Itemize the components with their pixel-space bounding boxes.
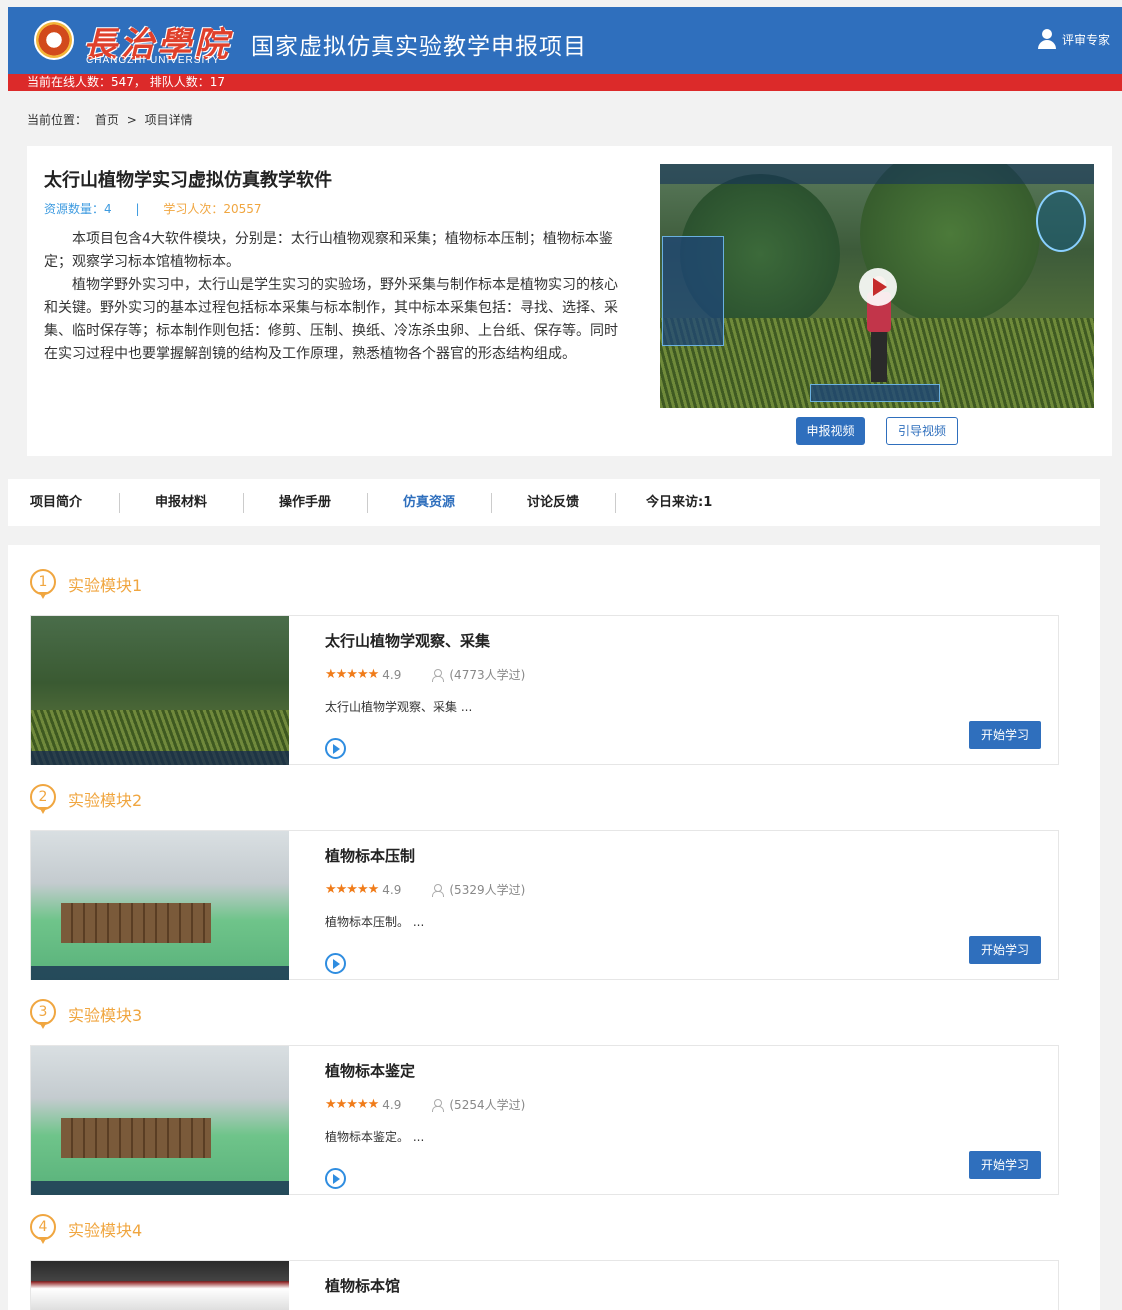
learned-count: (5254人学过) [449,1098,526,1112]
module-card: 植物标本压制 ★★★★★ 4.9 (5329人学过) 植物标本压制。 ... 开… [30,830,1059,980]
module-thumbnail[interactable] [31,831,289,980]
apply-video-button[interactable]: 申报视频 [796,417,865,445]
project-video-player[interactable] [660,164,1094,408]
person-icon [431,1098,445,1112]
breadcrumb-separator: > [126,113,137,127]
module-title[interactable]: 太行山植物学观察、采集 [325,630,490,651]
module-label: 实验模块1 [68,576,143,595]
tab-materials[interactable]: 申报材料 [120,492,244,513]
site-title: 国家虚拟仿真实验教学申报项目 [251,34,587,60]
module-description: 植物标本鉴定。 ... [325,1130,425,1144]
module-rating: ★★★★★ 4.9 (5329人学过) [325,881,525,898]
breadcrumb-prefix: 当前位置： [27,113,88,127]
location-pin-icon: 3 [30,999,56,1029]
breadcrumb-home[interactable]: 首页 [95,113,119,127]
game-hud-top [660,164,1094,184]
play-icon[interactable] [325,738,346,759]
module-heading: 4 实验模块4 [30,1214,142,1244]
start-learning-button[interactable]: 开始学习 [969,936,1041,964]
rating-score: 4.9 [382,667,402,682]
online-status-bar: 当前在线人数：547， 排队人数：17 [8,74,1122,91]
module-label: 实验模块3 [68,1006,143,1025]
project-description: 本项目包含4大软件模块，分别是：太行山植物观察和采集；植物标本压制；植物标本鉴定… [44,228,627,366]
module-description: 太行山植物学观察、采集 ... [325,700,473,714]
location-pin-icon: 2 [30,784,56,814]
game-hud-panel [662,236,724,346]
tab-manual[interactable]: 操作手册 [244,492,368,513]
breadcrumb: 当前位置： 首页 > 项目详情 [27,111,197,128]
minimap-icon [1036,190,1086,252]
module-label: 实验模块4 [68,1221,143,1240]
learner-count: 学习人次：20557 [163,202,262,216]
location-pin-icon: 4 [30,1214,56,1244]
star-icon: ★★★★★ [325,882,379,897]
play-icon[interactable] [325,953,346,974]
module-title[interactable]: 植物标本鉴定 [325,1060,415,1081]
video-play-icon[interactable] [859,268,897,306]
module-card: 太行山植物学观察、采集 ★★★★★ 4.9 (4773人学过) 太行山植物学观察… [30,615,1059,765]
module-list: 1 实验模块1 太行山植物学观察、采集 ★★★★★ 4.9 (4773人学过) … [8,545,1100,1310]
today-visits: 今日来访:1 [646,494,713,510]
description-paragraph: 植物学野外实习中，太行山是学生实习的实验场，野外采集与制作标本是植物实习的核心和… [44,277,618,362]
site-header: 長治學院 CHANGZHI UNIVERSITY 国家虚拟仿真实验教学申报项目 … [8,7,1122,74]
user-label: 评审专家 [1061,32,1110,47]
module-heading: 2 实验模块2 [30,784,142,814]
rating-score: 4.9 [382,882,402,897]
tab-simulation-resources[interactable]: 仿真资源 [368,492,492,513]
rating-score: 4.9 [382,1097,402,1112]
tab-intro[interactable]: 项目简介 [8,492,120,513]
module-heading: 3 实验模块3 [30,999,142,1029]
module-card: 植物标本馆 [30,1260,1059,1310]
module-rating: ★★★★★ 4.9 (4773人学过) [325,666,525,683]
module-rating: ★★★★★ 4.9 (5254人学过) [325,1096,525,1113]
play-icon[interactable] [325,1168,346,1189]
module-title[interactable]: 植物标本馆 [325,1275,400,1296]
user-icon [1037,29,1056,49]
star-icon: ★★★★★ [325,667,379,682]
module-thumbnail[interactable] [31,616,289,765]
module-heading: 1 实验模块1 [30,569,142,599]
project-tabs: 项目简介 申报材料 操作手册 仿真资源 讨论反馈 今日来访:1 [8,479,1100,526]
learned-count: (5329人学过) [449,883,526,897]
location-pin-icon: 1 [30,569,56,599]
start-learning-button[interactable]: 开始学习 [969,1151,1041,1179]
start-learning-button[interactable]: 开始学习 [969,721,1041,749]
logo-subtext: CHANGZHI UNIVERSITY [86,55,221,66]
breadcrumb-current: 项目详情 [144,113,193,127]
star-icon: ★★★★★ [325,1097,379,1112]
module-title[interactable]: 植物标本压制 [325,845,415,866]
stats-separator: | [135,202,140,216]
project-title: 太行山植物学实习虚拟仿真教学软件 [44,170,332,191]
user-menu[interactable]: 评审专家 [1037,29,1110,49]
university-emblem-icon [34,20,74,60]
module-label: 实验模块2 [68,791,143,810]
project-stats: 资源数量：4 | 学习人次：20557 [44,200,262,217]
person-icon [431,883,445,897]
module-thumbnail[interactable] [31,1261,289,1310]
game-toolbar [810,384,940,402]
learned-count: (4773人学过) [449,668,526,682]
module-thumbnail[interactable] [31,1046,289,1195]
tab-discussion[interactable]: 讨论反馈 [492,492,616,513]
guide-video-button[interactable]: 引导视频 [886,417,958,445]
person-icon [431,668,445,682]
module-description: 植物标本压制。 ... [325,915,425,929]
description-paragraph: 本项目包含4大软件模块，分别是：太行山植物观察和采集；植物标本压制；植物标本鉴定… [44,231,613,270]
resource-count: 资源数量：4 [44,202,112,216]
module-card: 植物标本鉴定 ★★★★★ 4.9 (5254人学过) 植物标本鉴定。 ... 开… [30,1045,1059,1195]
project-detail-card: 太行山植物学实习虚拟仿真教学软件 资源数量：4 | 学习人次：20557 本项目… [27,146,1112,456]
